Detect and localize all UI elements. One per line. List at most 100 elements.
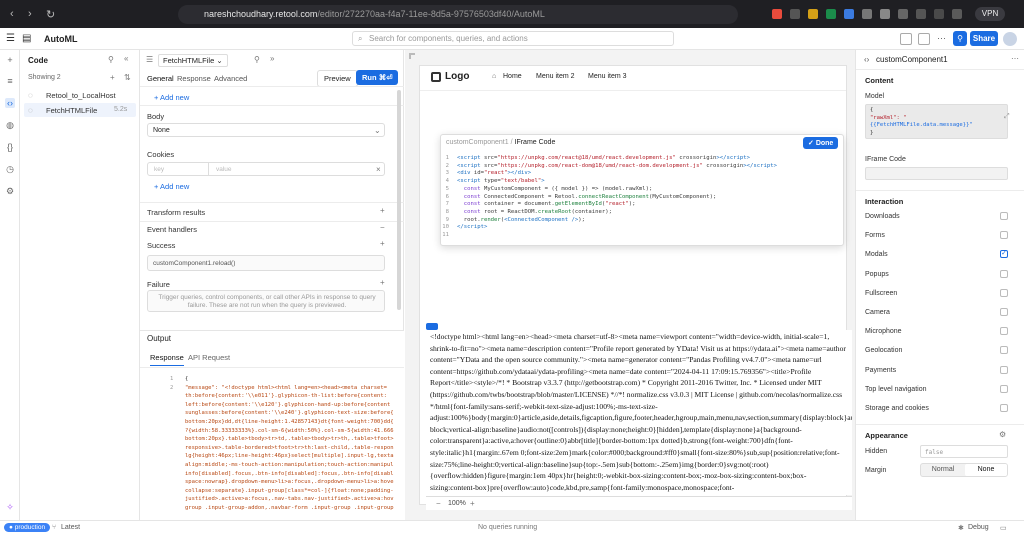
more-icon[interactable]: ⋯: [1011, 54, 1019, 63]
add-query-icon[interactable]: +: [110, 73, 115, 82]
tab-output-response[interactable]: Response: [150, 353, 184, 366]
permission-checkbox[interactable]: [1000, 231, 1008, 240]
version-label[interactable]: Latest: [61, 524, 80, 531]
collapse-icon[interactable]: »: [270, 54, 274, 63]
component-handle[interactable]: [426, 323, 438, 330]
iframe-code-field[interactable]: [865, 167, 1008, 180]
cookie-key-input[interactable]: key: [154, 166, 164, 173]
permission-checkbox[interactable]: [1000, 327, 1008, 336]
permission-checkbox[interactable]: [1000, 308, 1008, 316]
extension-icon[interactable]: [826, 9, 836, 19]
success-handler[interactable]: customComponent1.reload(): [147, 255, 385, 271]
permission-checkbox[interactable]: [1000, 384, 1008, 393]
filter-icon[interactable]: ⇅: [124, 73, 131, 82]
pin-icon[interactable]: ⚲: [108, 55, 114, 64]
zoom-in-icon[interactable]: +: [470, 499, 475, 508]
preview-button[interactable]: Preview: [317, 70, 358, 87]
menu-icon[interactable]: ☰: [6, 33, 15, 44]
run-button[interactable]: Run ⌘⏎: [356, 70, 399, 85]
breadcrumb-component[interactable]: customComponent1: [446, 139, 509, 146]
close-icon[interactable]: ×: [376, 165, 381, 174]
variables-icon[interactable]: {}: [5, 142, 15, 152]
nav-item-home[interactable]: Home: [503, 73, 522, 80]
menu-icon[interactable]: ☰: [146, 55, 153, 64]
avatar[interactable]: [1003, 32, 1017, 46]
plus-icon[interactable]: +: [380, 278, 385, 287]
tab-api-request[interactable]: API Request: [188, 353, 230, 362]
permission-checkbox[interactable]: [1000, 288, 1008, 297]
settings-icon[interactable]: ⚙: [999, 430, 1006, 439]
extension-icon[interactable]: [952, 9, 962, 19]
debug-button[interactable]: Debug: [968, 524, 989, 531]
transform-results[interactable]: Transform results: [147, 208, 205, 217]
extension-icon[interactable]: [880, 9, 890, 19]
permission-checkbox[interactable]: [1000, 404, 1008, 412]
collapse-icon[interactable]: «: [124, 54, 128, 63]
permission-checkbox[interactable]: [1000, 269, 1008, 278]
hidden-input[interactable]: false: [920, 445, 1008, 458]
env-badge[interactable]: ● production: [4, 523, 51, 532]
permission-checkbox[interactable]: [1000, 346, 1008, 355]
more-icon[interactable]: ⋯: [937, 33, 946, 44]
permission-checkbox[interactable]: [1000, 212, 1008, 220]
permission-checkbox[interactable]: [1000, 365, 1008, 374]
back-icon[interactable]: ‹: [10, 8, 14, 20]
layers-icon[interactable]: ≡: [5, 76, 15, 86]
reload-icon[interactable]: ↻: [46, 8, 55, 21]
plus-icon[interactable]: +: [380, 206, 385, 215]
extension-icon[interactable]: [790, 9, 800, 19]
url-bar[interactable]: nareshchoudhary.retool.com/editor/272270…: [178, 5, 738, 24]
pin-icon[interactable]: ⚲: [254, 55, 260, 64]
zoom-level[interactable]: 100%: [448, 500, 466, 507]
brave-shield-icon[interactable]: [772, 9, 782, 19]
code-icon[interactable]: ‹›: [5, 98, 15, 108]
nav-item-3[interactable]: Menu item 3: [588, 73, 627, 80]
minus-icon[interactable]: −: [380, 223, 385, 232]
extension-icon[interactable]: [862, 9, 872, 19]
tab-response[interactable]: Response: [177, 74, 211, 83]
link-icon[interactable]: ⚲: [953, 31, 967, 46]
query-item-selected[interactable]: ◌ FetchHTMLFile 5.2s: [24, 103, 136, 117]
forward-icon[interactable]: ›: [28, 8, 32, 20]
share-button[interactable]: Share: [970, 31, 998, 46]
plus-icon[interactable]: +: [5, 55, 15, 65]
extension-icon[interactable]: [808, 9, 818, 19]
vpn-button[interactable]: VPN: [975, 7, 1005, 21]
cookie-value-input[interactable]: value: [216, 166, 232, 173]
inspector-component-name[interactable]: customComponent1: [876, 55, 948, 64]
done-button[interactable]: ✓ Done: [803, 137, 839, 149]
history-icon[interactable]: ◷: [5, 164, 15, 174]
plus-icon[interactable]: +: [380, 239, 385, 248]
assist-icon[interactable]: ✧: [5, 502, 15, 512]
settings-icon[interactable]: ⚙: [5, 186, 15, 196]
zoom-out-icon[interactable]: −: [436, 499, 441, 508]
extension-icon[interactable]: [898, 9, 908, 19]
scrollbar[interactable]: [397, 90, 401, 310]
preview-mode-icon[interactable]: [918, 33, 930, 45]
tab-advanced[interactable]: Advanced: [214, 74, 247, 83]
margin-normal[interactable]: Normal: [921, 464, 965, 476]
model-editor[interactable]: { "rawXml": " {{FetchHTMLFile.data.messa…: [865, 104, 1008, 139]
expand-icon[interactable]: ⤢: [1004, 113, 1010, 121]
panel-icon[interactable]: ▭: [1000, 524, 1007, 532]
extension-icon[interactable]: [844, 9, 854, 19]
app-icon[interactable]: ▤: [22, 33, 31, 44]
custom-component-iframe[interactable]: <!doctype html><html lang=en><head><meta…: [426, 330, 852, 495]
search-input[interactable]: ⌕ Search for components, queries, and ac…: [352, 31, 674, 46]
tab-general[interactable]: General: [147, 74, 174, 83]
state-icon[interactable]: ◍: [5, 120, 15, 130]
iframe-code-editor[interactable]: <script src="https://unpkg.com/react@18/…: [457, 155, 777, 232]
margin-toggle: Normal None: [920, 463, 1008, 477]
add-cookie-link[interactable]: + Add new: [154, 182, 189, 191]
margin-none[interactable]: None: [965, 464, 1007, 476]
debug-mode-icon[interactable]: [900, 33, 912, 45]
extension-icon[interactable]: [934, 9, 944, 19]
add-header-link[interactable]: + Add new: [154, 93, 189, 102]
nav-item-2[interactable]: Menu item 2: [536, 73, 575, 80]
query-item[interactable]: ◌ Retool_to_LocalHost: [24, 88, 136, 102]
query-name: FetchHTMLFile: [163, 56, 215, 65]
body-select[interactable]: None ⌄: [147, 123, 385, 137]
extension-icon[interactable]: [916, 9, 926, 19]
permission-checkbox[interactable]: ✓: [1000, 250, 1008, 259]
query-name-tab[interactable]: FetchHTMLFile ⌄: [158, 54, 228, 67]
